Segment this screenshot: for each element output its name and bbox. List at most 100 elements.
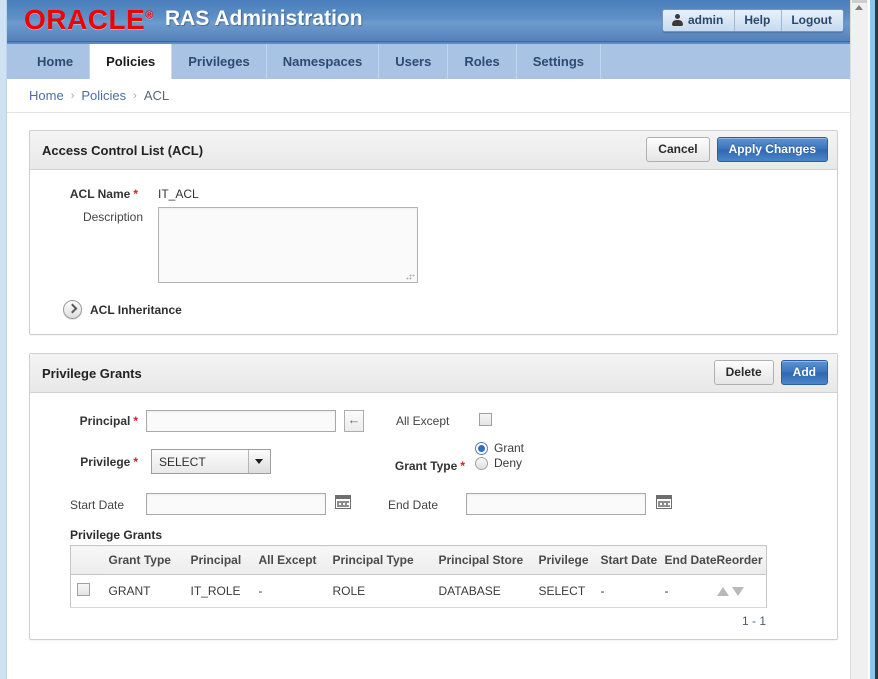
tab-settings[interactable]: Settings bbox=[517, 44, 601, 79]
principal-picker-button[interactable] bbox=[344, 410, 364, 432]
breadcrumb-item-home[interactable]: Home bbox=[29, 88, 64, 103]
radio-grant-icon[interactable] bbox=[475, 442, 488, 455]
breadcrumb-item-policies[interactable]: Policies bbox=[81, 88, 126, 103]
column-principal-store[interactable]: Principal Store bbox=[433, 546, 533, 575]
acl-name-label-wrap: ACL Name* bbox=[48, 187, 138, 201]
tab-settings-label: Settings bbox=[533, 54, 584, 69]
help-button[interactable]: Help bbox=[735, 10, 782, 31]
start-date-calendar-icon[interactable] bbox=[335, 493, 353, 511]
grant-type-label: Grant Type bbox=[395, 459, 457, 473]
chevron-down-icon bbox=[248, 450, 270, 473]
move-down-icon[interactable] bbox=[732, 587, 744, 596]
privilege-select[interactable]: SELECT bbox=[151, 449, 271, 474]
column-privilege[interactable]: Privilege bbox=[533, 546, 595, 575]
privilege-grants-title: Privilege Grants bbox=[42, 366, 142, 381]
principal-label: Principal bbox=[80, 414, 131, 428]
deny-option-label: Deny bbox=[494, 456, 522, 470]
column-principal-type[interactable]: Principal Type bbox=[327, 546, 433, 575]
end-date-calendar-icon[interactable] bbox=[656, 493, 674, 511]
privilege-grants-table: Grant Type Principal All Except Principa… bbox=[70, 545, 767, 608]
select-all-column bbox=[71, 546, 103, 575]
vertical-scrollbar[interactable] bbox=[850, 0, 868, 679]
radio-deny-icon[interactable] bbox=[475, 457, 488, 470]
delete-button[interactable]: Delete bbox=[714, 360, 774, 385]
oracle-logo-trademark: ® bbox=[145, 10, 154, 22]
acl-panel-header: Access Control List (ACL) Cancel Apply C… bbox=[30, 131, 837, 170]
column-grant-type[interactable]: Grant Type bbox=[103, 546, 185, 575]
start-date-label: Start Date bbox=[70, 498, 124, 512]
acl-name-value: IT_ACL bbox=[158, 187, 199, 201]
user-menu-button[interactable]: admin bbox=[663, 10, 735, 31]
end-date-input[interactable] bbox=[466, 493, 646, 515]
window-left-edge bbox=[0, 0, 7, 679]
grant-option-label: Grant bbox=[494, 441, 524, 455]
principal-input[interactable] bbox=[146, 410, 336, 432]
tab-home[interactable]: Home bbox=[21, 44, 90, 79]
all-except-label: All Except bbox=[396, 414, 449, 428]
acl-inheritance-disclosure[interactable]: ACL Inheritance bbox=[63, 300, 182, 319]
tab-users[interactable]: Users bbox=[379, 44, 448, 79]
help-label: Help bbox=[744, 13, 770, 27]
add-button[interactable]: Add bbox=[781, 360, 828, 385]
tab-policies-label: Policies bbox=[106, 54, 155, 69]
tab-namespaces-label: Namespaces bbox=[283, 54, 363, 69]
page-title: RAS Administration bbox=[165, 7, 363, 31]
grant-type-option-deny[interactable]: Deny bbox=[475, 456, 524, 470]
column-end-date[interactable]: End Date bbox=[659, 546, 711, 575]
scrollbar-thumb[interactable] bbox=[852, 0, 867, 3]
cell-principal-store: DATABASE bbox=[433, 575, 533, 608]
principal-label-wrap: Principal* bbox=[48, 414, 138, 428]
acl-inheritance-label: ACL Inheritance bbox=[90, 303, 182, 317]
tab-roles[interactable]: Roles bbox=[448, 44, 516, 79]
cell-privilege: SELECT bbox=[533, 575, 595, 608]
application-header: ORACLE® RAS Administration admin Help Lo… bbox=[7, 0, 852, 42]
tab-users-label: Users bbox=[395, 54, 431, 69]
column-principal[interactable]: Principal bbox=[185, 546, 253, 575]
cell-start-date: - bbox=[595, 575, 659, 608]
page-content: ORACLE® RAS Administration admin Help Lo… bbox=[7, 0, 852, 679]
column-reorder[interactable]: Reorder bbox=[711, 546, 767, 575]
window-right-edge bbox=[868, 0, 878, 679]
cancel-button[interactable]: Cancel bbox=[646, 137, 709, 162]
apply-changes-button[interactable]: Apply Changes bbox=[717, 137, 828, 162]
required-indicator-icon: * bbox=[133, 414, 138, 428]
logout-label: Logout bbox=[791, 13, 832, 27]
start-date-input[interactable] bbox=[146, 493, 326, 515]
privilege-grants-grid-caption: Privilege Grants bbox=[70, 528, 162, 542]
cell-all-except: - bbox=[253, 575, 327, 608]
privilege-label-wrap: Privilege* bbox=[48, 455, 138, 469]
privilege-select-value: SELECT bbox=[152, 450, 248, 473]
acl-name-label: ACL Name bbox=[70, 187, 130, 201]
tab-namespaces[interactable]: Namespaces bbox=[267, 44, 380, 79]
grant-type-radio-group: Grant Deny bbox=[475, 440, 524, 471]
description-label: Description bbox=[83, 210, 143, 224]
user-icon bbox=[672, 14, 683, 26]
tab-policies[interactable]: Policies bbox=[90, 44, 172, 79]
cell-end-date: - bbox=[659, 575, 711, 608]
tab-privileges[interactable]: Privileges bbox=[172, 44, 266, 79]
cell-reorder bbox=[711, 575, 767, 608]
scroll-up-icon[interactable] bbox=[855, 5, 863, 10]
privilege-grants-body: Principal* All Except Privilege* SELECT … bbox=[30, 393, 837, 639]
table-row[interactable]: GRANT IT_ROLE - ROLE DATABASE SELECT - - bbox=[71, 575, 767, 608]
breadcrumb-separator-icon: › bbox=[133, 90, 137, 102]
cell-principal: IT_ROLE bbox=[185, 575, 253, 608]
all-except-checkbox[interactable] bbox=[479, 413, 492, 426]
cell-grant-type: GRANT bbox=[103, 575, 185, 608]
row-select-checkbox[interactable] bbox=[77, 583, 90, 596]
privilege-grants-panel: Privilege Grants Delete Add Principal* A… bbox=[29, 353, 838, 640]
column-all-except[interactable]: All Except bbox=[253, 546, 327, 575]
tab-roles-label: Roles bbox=[464, 54, 499, 69]
privilege-grants-header: Privilege Grants Delete Add bbox=[30, 354, 837, 393]
oracle-logo-text: ORACLE bbox=[24, 4, 145, 35]
chevron-right-icon bbox=[63, 300, 82, 319]
breadcrumb-separator-icon: › bbox=[71, 90, 75, 102]
move-up-icon[interactable] bbox=[717, 587, 729, 596]
column-start-date[interactable]: Start Date bbox=[595, 546, 659, 575]
grant-type-option-grant[interactable]: Grant bbox=[475, 441, 524, 455]
breadcrumb: Home › Policies › ACL bbox=[7, 79, 852, 113]
description-textarea[interactable] bbox=[158, 207, 418, 283]
logout-button[interactable]: Logout bbox=[782, 10, 843, 31]
end-date-label: End Date bbox=[388, 498, 438, 512]
tab-privileges-label: Privileges bbox=[188, 54, 249, 69]
